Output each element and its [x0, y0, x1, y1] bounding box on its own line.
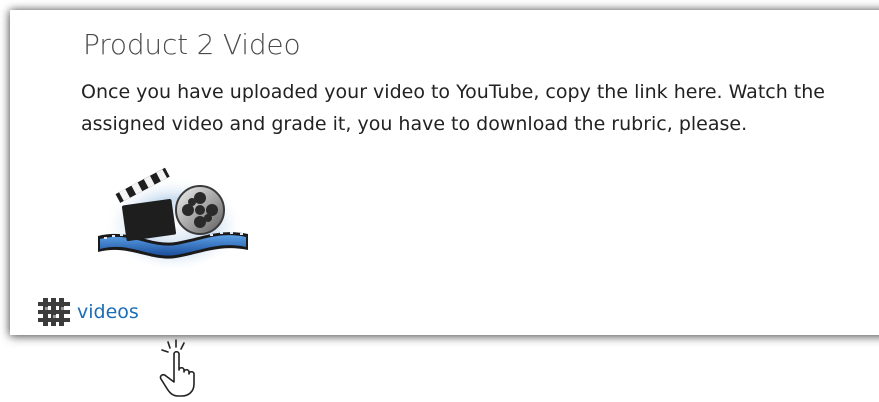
videos-link-row[interactable]: videos [37, 298, 139, 326]
card-description: Once you have uploaded your video to You… [81, 81, 825, 135]
content-card: Product 2 Video Once you have uploaded y… [10, 10, 879, 335]
hand-pointer-icon [159, 339, 195, 397]
videos-link[interactable]: videos [77, 301, 139, 323]
card-title: Product 2 Video [83, 28, 301, 61]
film-clapper-reel-image [98, 167, 248, 268]
folder-grid-icon [38, 298, 70, 326]
